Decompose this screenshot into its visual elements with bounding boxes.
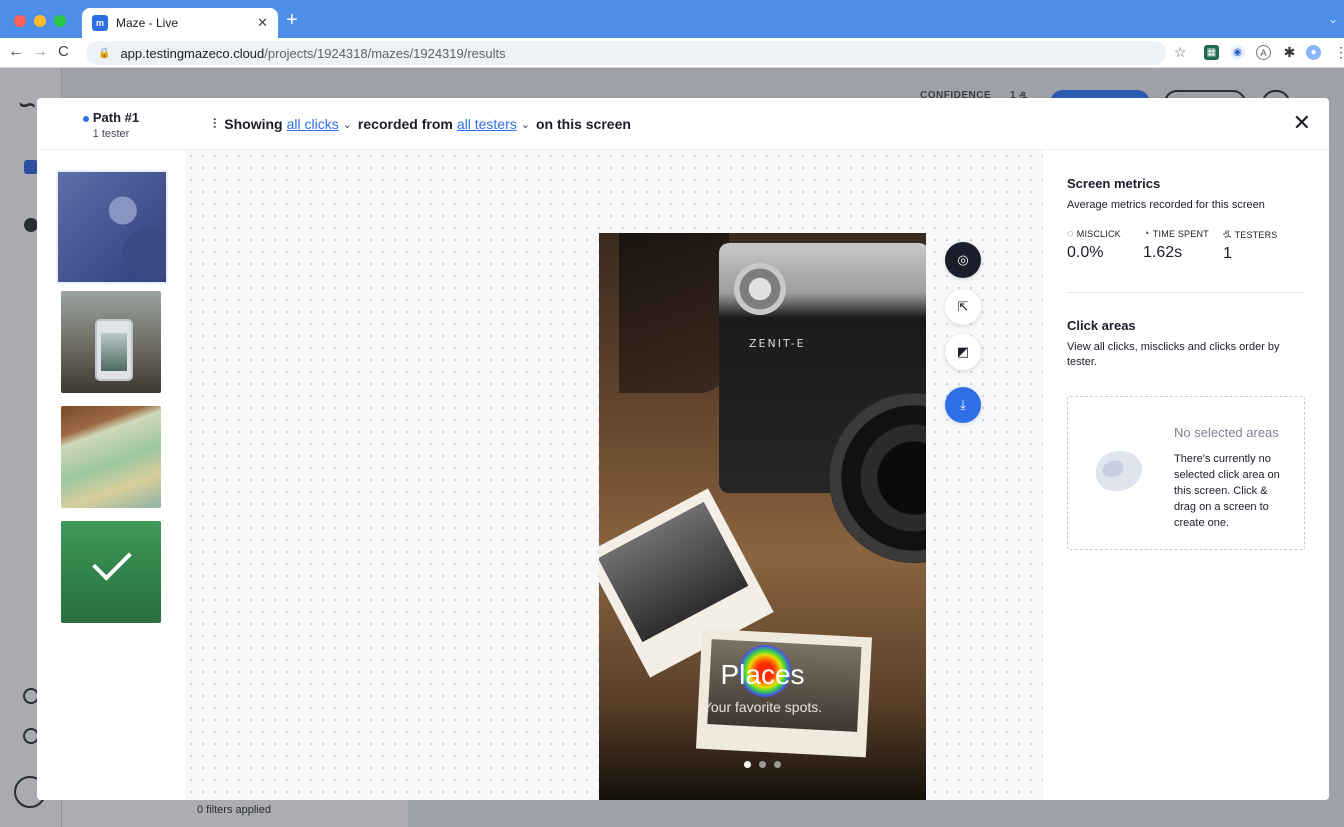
heatmap-toggle-button[interactable]: ◎ xyxy=(945,242,981,278)
metric-value: 1.62s xyxy=(1143,244,1183,261)
browser-tabbar: m Maze - Live ✕ + ⌄ xyxy=(0,0,1344,38)
testers-filter-link[interactable]: all testers xyxy=(457,116,517,132)
no-areas-title: No selected areas xyxy=(1174,425,1279,440)
url-host: app.testingmazeco.cloud xyxy=(120,45,265,61)
path-name-row: Path #1 xyxy=(37,110,185,125)
area-select-button[interactable]: ◩ xyxy=(945,334,981,370)
address-bar[interactable]: 🔒 app.testingmazeco.cloud/projects/19243… xyxy=(86,41,1166,65)
chevron-down-icon[interactable]: ⌄ xyxy=(521,118,530,131)
browser-tab[interactable]: m Maze - Live ✕ xyxy=(82,8,278,38)
browser-toolbar: ← → C 🔒 app.testingmazeco.cloud/projects… xyxy=(0,38,1344,68)
metrics-panel: Screen metrics Average metrics recorded … xyxy=(1043,150,1329,800)
tab-title: Maze - Live xyxy=(116,16,179,30)
carousel-dot xyxy=(759,761,766,768)
screen-metrics-title: Screen metrics xyxy=(1067,176,1161,191)
browser-menu-icon[interactable]: ⋮ xyxy=(1334,44,1344,61)
tab-close-icon[interactable]: ✕ xyxy=(257,15,268,31)
heatmap-icon: ◎ xyxy=(957,252,969,267)
check-icon xyxy=(92,541,132,581)
screen-thumbnail-4[interactable] xyxy=(61,521,161,623)
screen-results-modal: Path #1 1 tester ⫶ Showing all clicks ⌄ … xyxy=(37,98,1329,800)
area-select-icon: ◩ xyxy=(956,344,970,359)
new-tab-button[interactable]: + xyxy=(286,10,298,30)
dashboard-icon[interactable] xyxy=(24,160,38,174)
profile-avatar-icon[interactable]: ● xyxy=(1306,45,1321,60)
download-icon: ⤓ xyxy=(960,397,966,412)
path-name: Path #1 xyxy=(92,110,140,125)
lock-icon: 🔒 xyxy=(98,47,111,59)
back-button[interactable]: ← xyxy=(8,43,24,61)
chevron-down-icon[interactable]: ⌄ xyxy=(343,118,352,131)
metric-misclick: ◌ MISCLICK 0.0% xyxy=(1067,228,1121,262)
screen-canvas[interactable]: ZENIT-E Places Your favorite spots. ◎ ⇱ … xyxy=(185,150,1043,800)
extension-a-icon[interactable]: A xyxy=(1256,45,1271,60)
no-areas-text: There's currently no selected click area… xyxy=(1174,453,1280,529)
screen-subtitle: Your favorite spots. xyxy=(702,699,823,715)
metric-time-spent: ◔ TIME SPENT 1.62s xyxy=(1143,228,1209,262)
metric-label-row: ዷ TESTERS xyxy=(1223,228,1277,241)
clicks-toggle-button[interactable]: ⇱ xyxy=(945,289,981,325)
team-icon[interactable] xyxy=(24,218,38,232)
filter-sliders-icon: ⫶ xyxy=(213,116,217,131)
extension-search-icon[interactable]: ◉ xyxy=(1230,45,1245,60)
divider xyxy=(1067,292,1305,293)
camera-brand-text: ZENIT-E xyxy=(749,337,806,350)
window-maximize-button[interactable] xyxy=(54,15,66,27)
screen-metrics-description: Average metrics recorded for this screen xyxy=(1067,199,1265,211)
on-screen-label: on this screen xyxy=(535,116,631,132)
no-selected-areas-box: No selected areas There's currently no s… xyxy=(1067,396,1305,550)
screen-title: Places xyxy=(720,659,805,690)
extension-icon[interactable]: ▦ xyxy=(1204,45,1219,60)
thumbnail-phone-image xyxy=(95,319,133,381)
cursor-icon: ⇱ xyxy=(957,299,969,314)
metric-label-row: ◔ TIME SPENT xyxy=(1143,228,1209,240)
clicks-filter-link[interactable]: all clicks xyxy=(287,116,339,132)
misclick-icon: ◌ xyxy=(1067,228,1074,240)
extensions-puzzle-icon[interactable]: ✱ xyxy=(1282,44,1297,60)
click-areas-description: View all clicks, misclicks and clicks or… xyxy=(1067,341,1280,368)
screen-thumbnail-3[interactable] xyxy=(61,406,161,508)
showing-label: Showing xyxy=(224,116,283,132)
metric-testers: ዷ TESTERS 1 xyxy=(1223,228,1277,263)
reload-button[interactable]: C xyxy=(58,43,69,60)
metric-value: 0.0% xyxy=(1067,244,1104,261)
maze-favicon-icon: m xyxy=(92,15,108,31)
camera-dial-image xyxy=(734,263,786,315)
window-close-button[interactable] xyxy=(14,15,26,27)
close-icon[interactable]: ✕ xyxy=(1293,110,1311,136)
screen-thumbnails xyxy=(37,150,185,800)
prototype-screen[interactable]: ZENIT-E Places Your favorite spots. xyxy=(599,233,926,800)
screen-thumbnail-1[interactable] xyxy=(56,170,168,284)
metric-label-row: ◌ MISCLICK xyxy=(1067,228,1121,240)
forward-button[interactable]: → xyxy=(32,43,48,61)
clock-icon: ◔ xyxy=(1143,228,1150,240)
path-testers: 1 tester xyxy=(92,128,130,140)
download-button[interactable]: ⤓ xyxy=(945,387,981,423)
url-path: /projects/1924318/mazes/1924319/results xyxy=(264,45,506,61)
metric-value: 1 xyxy=(1223,245,1232,262)
bookmark-star-icon[interactable]: ☆ xyxy=(1174,44,1187,61)
thumbnail-phone-screen xyxy=(101,333,127,371)
carousel-dots xyxy=(599,755,926,773)
photo-print-image xyxy=(695,628,873,758)
path-dot-icon xyxy=(82,115,89,122)
click-areas-title: Click areas xyxy=(1067,318,1136,333)
maze-logo-icon: ∽ xyxy=(18,92,37,117)
filters-applied-text: 0 filters applied xyxy=(197,804,271,816)
camera-strap-image xyxy=(619,233,729,393)
metric-label: TIME SPENT xyxy=(1152,229,1209,239)
window-minimize-button[interactable] xyxy=(34,15,46,27)
screen-thumbnail-2[interactable] xyxy=(61,291,161,393)
recorded-from-label: recorded from xyxy=(357,116,453,132)
modal-header: Path #1 1 tester ⫶ Showing all clicks ⌄ … xyxy=(37,98,1329,150)
path-selector[interactable]: Path #1 1 tester xyxy=(37,98,185,150)
tab-list-chevron-icon[interactable]: ⌄ xyxy=(1328,12,1338,26)
carousel-dot-active xyxy=(744,761,751,768)
metric-label: TESTERS xyxy=(1234,229,1278,240)
showing-filter-bar: ⫶ Showing all clicks ⌄ recorded from all… xyxy=(213,116,631,132)
metric-label: MISCLICK xyxy=(1076,229,1121,239)
carousel-dot xyxy=(774,761,781,768)
testers-icon: ዷ xyxy=(1223,228,1232,240)
thumbnail-image xyxy=(58,172,166,282)
